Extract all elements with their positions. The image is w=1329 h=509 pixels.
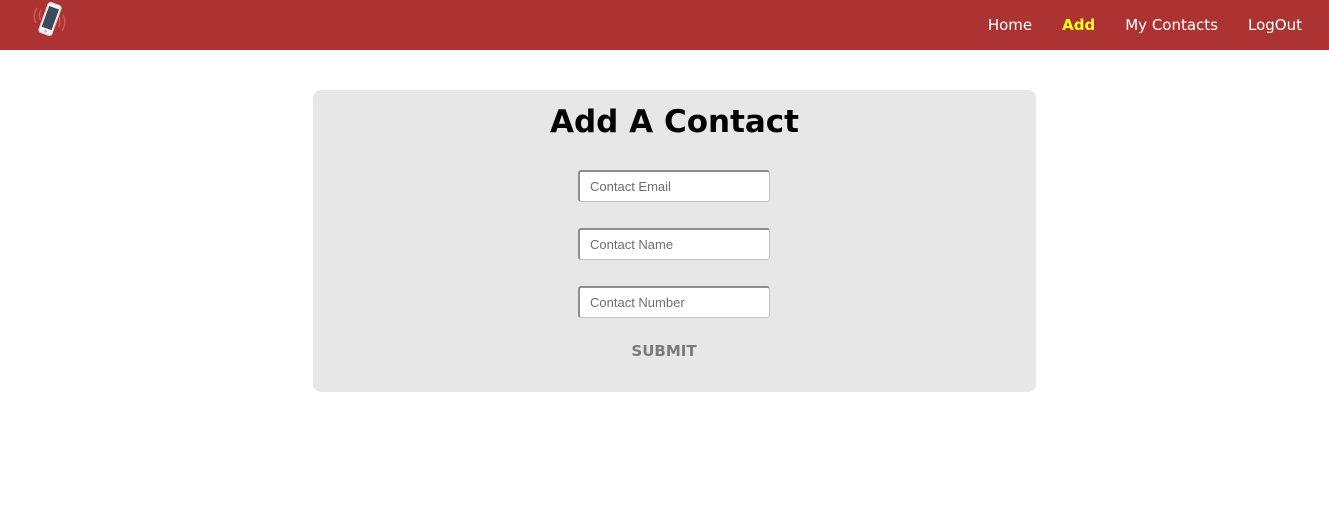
navbar: Home Add My Contacts LogOut xyxy=(0,0,1329,50)
contact-number-input[interactable] xyxy=(578,286,770,318)
nav-logout-link[interactable]: LogOut xyxy=(1248,16,1302,34)
nav-links: Home Add My Contacts LogOut xyxy=(958,0,1302,50)
contact-email-input[interactable] xyxy=(578,170,770,202)
contact-name-input[interactable] xyxy=(578,228,770,260)
nav-my-contacts-link[interactable]: My Contacts xyxy=(1125,16,1218,34)
nav-home-link[interactable]: Home xyxy=(988,16,1032,34)
phone-ringing-icon[interactable] xyxy=(28,0,76,42)
add-contact-card: Add A Contact SUBMIT xyxy=(313,90,1036,392)
form-title: Add A Contact xyxy=(550,104,799,140)
nav-add-link[interactable]: Add xyxy=(1062,16,1095,34)
submit-button[interactable]: SUBMIT xyxy=(614,338,714,364)
